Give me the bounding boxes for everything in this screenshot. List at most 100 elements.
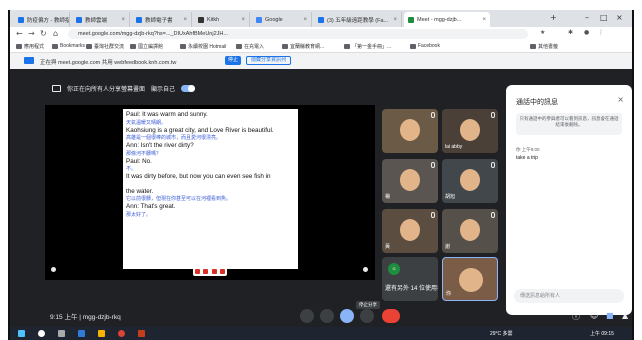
show-self-toggle[interactable] <box>181 84 196 92</box>
chat-input[interactable]: 傳送訊息給所有人 <box>514 289 624 303</box>
bookmark-favicon-icon <box>16 44 22 49</box>
browser-tab[interactable]: (3) 五年級遠距教學 (Fa... × <box>314 12 402 27</box>
bookmark-favicon-icon <box>236 44 242 49</box>
translation-line: 不。 <box>126 166 137 172</box>
more-participants-tile[interactable]: G 還有另外 14 位使用者 <box>382 257 438 301</box>
back-icon[interactable]: ← <box>16 29 23 38</box>
close-tab-icon[interactable]: × <box>121 17 125 23</box>
minimize-button[interactable]: – <box>585 13 589 22</box>
reload-icon[interactable]: ↻ <box>40 29 47 38</box>
toolbar-tool-icon[interactable] <box>211 268 217 274</box>
self-face <box>459 268 483 292</box>
browser-tabbar: 防疫偏方 - 教師指引 ××教師雲端×教師電子書×Kitkh×Google×(3… <box>10 10 632 27</box>
chat-message-text: take a trip <box>516 155 538 161</box>
bookmark-item[interactable]: 臺灣社群交流 <box>86 43 124 50</box>
browser-tab[interactable]: Meet - mgg-dzjb... × <box>404 12 490 27</box>
close-window-button[interactable]: × <box>616 13 623 22</box>
mic-button[interactable] <box>300 309 314 323</box>
dialogue-line: Ann: That's great. <box>126 203 176 210</box>
more-options-button[interactable] <box>360 309 374 323</box>
start-icon[interactable] <box>18 330 25 337</box>
browser-tab[interactable]: 教師電子書 × <box>132 12 192 27</box>
tab-label: (3) 五年級遠距教學 (Fa... <box>327 17 389 24</box>
participant-tile[interactable]: 胡旭 <box>442 159 498 203</box>
participant-tile[interactable]: lai abby <box>442 109 498 153</box>
explorer-icon[interactable] <box>98 330 105 337</box>
search-icon[interactable] <box>38 330 45 337</box>
info-icon[interactable]: ⓘ <box>572 311 580 322</box>
participant-tile[interactable]: 楊 <box>382 159 438 203</box>
bookmark-label: 宜蘭縣教育網... <box>290 44 325 50</box>
bookmark-item[interactable]: 其他書籤 <box>530 43 558 50</box>
browser-tab[interactable]: 教師雲端 × <box>72 12 130 27</box>
bookmark-favicon-icon <box>282 44 288 49</box>
task-view-icon[interactable] <box>58 330 65 337</box>
mic-muted-icon <box>491 112 495 118</box>
browser-tab[interactable]: 防疫偏方 - 教師指引 ×× <box>14 12 70 27</box>
menu-icon[interactable]: ⋮ <box>598 29 604 36</box>
camera-button[interactable] <box>320 309 334 323</box>
url-input[interactable]: meet.google.com/mgg-dzjb-rkq?hs=..._DIUx… <box>68 29 528 39</box>
bookmark-item[interactable]: Bookmarks <box>52 43 85 49</box>
close-chat-icon[interactable]: × <box>617 95 624 104</box>
close-tab-icon[interactable]: × <box>183 17 187 23</box>
bookmark-item[interactable]: 「第一金手冊」... <box>344 43 391 50</box>
weather-text: 29°C 多雲 <box>490 331 513 337</box>
close-tab-icon[interactable]: × <box>303 17 307 23</box>
puzzle-icon[interactable]: ✱ <box>568 29 573 36</box>
new-tab-button[interactable]: + <box>550 13 557 22</box>
bookmark-label: 「第一金手冊」... <box>352 44 392 50</box>
mic-muted-icon <box>491 212 495 218</box>
dialogue-line: Paul: It was warm and sunny. <box>126 111 208 118</box>
browser-tab[interactable]: Kitkh × <box>194 12 250 27</box>
bookmark-item[interactable]: 應用程式 <box>16 43 44 50</box>
close-tab-icon[interactable]: × <box>482 17 486 23</box>
toolbar-tool-icon[interactable] <box>220 268 226 274</box>
hang-up-button[interactable] <box>382 309 400 323</box>
dialogue-line: Kaohsiung is a great city, and Love Rive… <box>126 126 274 134</box>
toolbar-tool-icon[interactable] <box>203 268 209 274</box>
bookmark-item[interactable]: Facebook <box>410 43 440 49</box>
forward-icon[interactable]: → <box>28 29 35 38</box>
toolbar-tool-icon[interactable] <box>194 268 200 274</box>
tab-label: 教師雲端 <box>85 17 108 24</box>
meet-area: 你正在向所有人分享螢幕畫面 顯示自己 Paul: It was warm and… <box>10 69 632 327</box>
stop-sharing-tooltip: 停止分享 <box>356 301 380 309</box>
stop-sharing-button[interactable]: 停止 <box>225 56 241 65</box>
windows-taskbar: 29°C 多雲 上午 09:15 <box>10 327 632 340</box>
self-tile[interactable]: 你 <box>442 257 498 301</box>
bookmark-favicon-icon <box>410 43 416 49</box>
participant-name: lai abby <box>445 144 463 150</box>
bookmark-favicon-icon <box>130 44 136 49</box>
translation-line: 那太好了。 <box>126 211 152 218</box>
home-icon[interactable]: ⌂ <box>53 29 58 38</box>
close-tab-icon[interactable]: × <box>241 17 245 23</box>
maximize-button[interactable]: □ <box>600 13 608 22</box>
chat-icon[interactable]: ■ <box>606 311 614 320</box>
profile-icon[interactable]: ● <box>584 29 589 36</box>
chrome-icon[interactable] <box>118 330 125 337</box>
activities-icon[interactable]: ▲ <box>622 311 628 320</box>
clock-text: 上午 09:15 <box>590 331 614 337</box>
bookmark-item[interactable]: 永續校園 Hotmail <box>180 43 226 50</box>
present-button[interactable] <box>340 309 354 323</box>
bookmark-item[interactable]: 在充電入 <box>236 43 264 50</box>
document-toolbar[interactable] <box>193 266 227 276</box>
bookmark-item[interactable]: 宜蘭縣教育網... <box>282 43 324 50</box>
self-name: 你 <box>446 291 452 297</box>
extension-icon[interactable]: ★ <box>540 29 545 36</box>
tab-favicon-icon <box>198 16 204 23</box>
people-icon[interactable]: ☺ <box>590 311 598 320</box>
screen-share-infobar: 正在與 meet.google.com 共用 webfeedbook.knh.c… <box>10 53 632 69</box>
close-tab-icon[interactable]: × <box>393 17 397 23</box>
participant-tile[interactable]: 黃 <box>382 209 438 253</box>
hide-infobar-button[interactable]: 隱藏分享資訊列 <box>246 56 292 65</box>
edge-icon[interactable] <box>78 330 85 337</box>
bookmark-label: 永續校園 Hotmail <box>188 44 227 50</box>
participant-tile[interactable] <box>382 109 438 153</box>
powerpoint-icon[interactable] <box>138 330 145 337</box>
bookmark-item[interactable]: 國立編譯館 <box>130 43 163 50</box>
browser-tab[interactable]: Google × <box>252 12 312 27</box>
participant-tile[interactable]: 謝 <box>442 209 498 253</box>
more-participants-label: 還有另外 14 位使用者 <box>385 286 438 292</box>
